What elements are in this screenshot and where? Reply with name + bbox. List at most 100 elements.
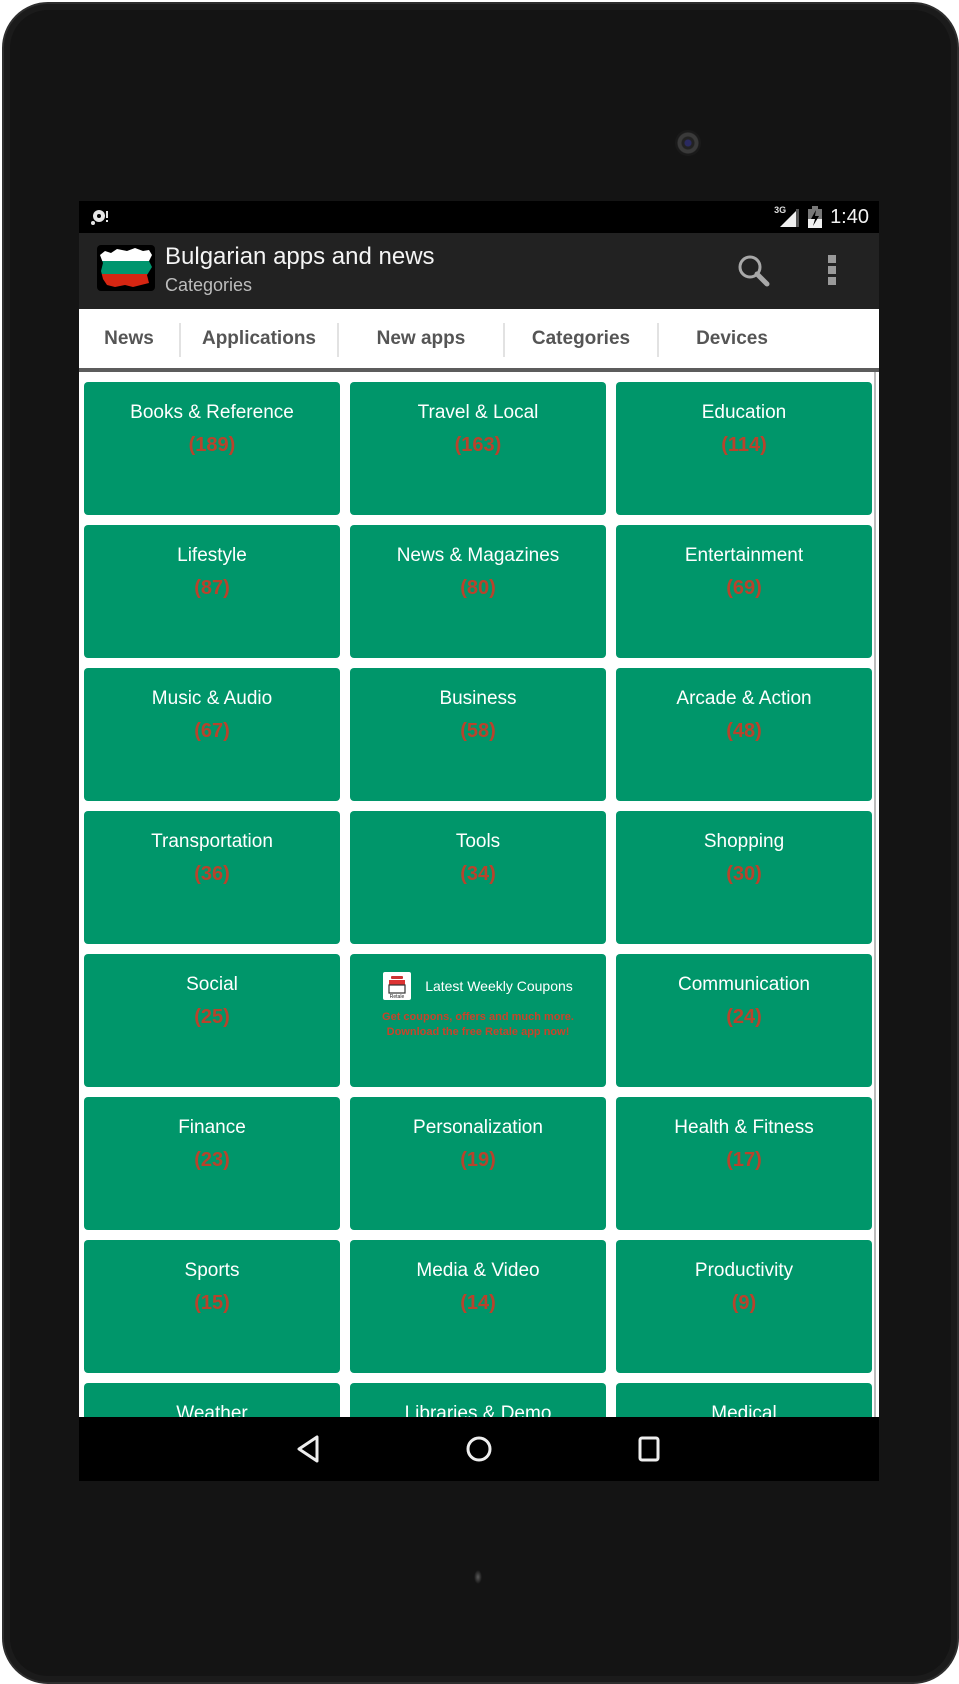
category-count: (25) <box>194 1006 230 1028</box>
category-tile[interactable]: Personalization (19) <box>350 1097 606 1230</box>
ad-title: Latest Weekly Coupons <box>425 978 573 994</box>
category-tile[interactable]: Weather <box>84 1383 340 1417</box>
category-tile[interactable]: Libraries & Demo <box>350 1383 606 1417</box>
category-name: Tools <box>455 831 501 852</box>
category-tile[interactable]: Finance (23) <box>84 1097 340 1230</box>
status-bar: 3G 1:40 <box>79 201 879 233</box>
category-tile[interactable]: Sports (15) <box>84 1240 340 1373</box>
category-name: Arcade & Action <box>676 688 812 709</box>
ad-line-2: Download the free Retale app now! <box>386 1026 570 1038</box>
category-count: (23) <box>194 1149 230 1171</box>
category-count: (9) <box>731 1292 757 1314</box>
category-name: Entertainment <box>684 545 804 566</box>
category-count: (189) <box>188 434 236 456</box>
category-tile[interactable]: Education (114) <box>616 382 872 515</box>
tab-devices[interactable]: Devices <box>659 309 805 368</box>
ad-tile-retale[interactable]: Retale Latest Weekly Coupons Get coupons, … <box>350 954 606 1087</box>
category-count: (114) <box>721 434 767 456</box>
category-name: Communication <box>678 974 810 995</box>
category-name: Education <box>701 402 787 423</box>
signal-icon: 3G <box>774 205 800 228</box>
category-count: (30) <box>726 863 762 885</box>
category-name: Books & Reference <box>130 402 294 423</box>
tab-news[interactable]: News <box>79 309 179 368</box>
recents-icon[interactable] <box>633 1433 665 1465</box>
scrollbar[interactable] <box>874 372 876 1417</box>
category-name: Personalization <box>413 1117 543 1138</box>
category-name: Business <box>439 688 517 709</box>
category-count: (87) <box>194 577 230 599</box>
category-name: Media & Video <box>416 1260 540 1281</box>
category-count: (34) <box>460 863 496 885</box>
category-count: (69) <box>726 577 762 599</box>
ad-header: Retale Latest Weekly Coupons <box>350 972 606 1000</box>
category-name: Shopping <box>703 831 785 852</box>
tab-bar: News Applications New apps Categories De… <box>79 309 879 372</box>
ad-description: Get coupons, offers and much more. Downlo… <box>350 1010 606 1040</box>
back-icon[interactable] <box>293 1433 325 1465</box>
category-name: Health & Fitness <box>674 1117 814 1138</box>
app-title: Bulgarian apps and news <box>165 243 435 270</box>
category-tile[interactable]: News & Magazines (80) <box>350 525 606 658</box>
category-tile[interactable]: Media & Video (14) <box>350 1240 606 1373</box>
category-count: (36) <box>194 863 230 885</box>
category-name: Libraries & Demo <box>404 1403 552 1417</box>
battery-charging-icon <box>808 206 823 228</box>
category-tile[interactable]: Music & Audio (67) <box>84 668 340 801</box>
category-tile[interactable]: Shopping (30) <box>616 811 872 944</box>
tab-applications[interactable]: Applications <box>181 309 337 368</box>
action-bar: Bulgarian apps and news Categories <box>79 233 879 309</box>
category-count: (163) <box>454 434 502 456</box>
retale-logo-icon: Retale <box>383 972 412 1000</box>
category-name: Finance <box>178 1117 246 1138</box>
category-name: Medical <box>711 1403 777 1417</box>
category-count: (67) <box>194 720 230 742</box>
category-tile[interactable]: Tools (34) <box>350 811 606 944</box>
category-count: (14) <box>460 1292 496 1314</box>
svg-text:Retale: Retale <box>390 994 405 1000</box>
category-count: (80) <box>460 577 496 599</box>
front-camera <box>675 130 701 156</box>
category-tile[interactable]: Entertainment (69) <box>616 525 872 658</box>
category-name: Lifestyle <box>177 545 247 566</box>
category-count: (58) <box>460 720 496 742</box>
category-count: (48) <box>726 720 762 742</box>
category-name: Weather <box>176 1403 248 1417</box>
category-tile[interactable]: Lifestyle (87) <box>84 525 340 658</box>
category-count: (19) <box>460 1149 496 1171</box>
category-name: Social <box>186 974 238 995</box>
category-name: Sports <box>184 1260 240 1281</box>
category-name: Transportation <box>151 831 273 852</box>
category-tile[interactable]: Health & Fitness (17) <box>616 1097 872 1230</box>
category-name: Travel & Local <box>417 402 539 423</box>
home-icon[interactable] <box>463 1433 495 1465</box>
sync-alert-icon <box>91 210 108 225</box>
category-tile[interactable]: Transportation (36) <box>84 811 340 944</box>
screen-subtitle: Categories <box>165 275 253 295</box>
category-tile[interactable]: Travel & Local (163) <box>350 382 606 515</box>
category-count: (24) <box>726 1006 762 1028</box>
bulgaria-flag-map-icon[interactable] <box>97 245 155 291</box>
device-sensor <box>474 1570 482 1584</box>
device-screen: 3G 1:40 Bulgarian apps and news Categori… <box>79 201 879 1481</box>
clock: 1:40 <box>830 205 869 228</box>
tab-categories[interactable]: Categories <box>505 309 657 368</box>
category-tile[interactable]: Medical <box>616 1383 872 1417</box>
category-tile[interactable]: Communication (24) <box>616 954 872 1087</box>
category-name: News & Magazines <box>396 545 560 566</box>
navigation-bar <box>79 1417 879 1481</box>
category-count: (15) <box>194 1292 230 1314</box>
category-tile[interactable]: Business (58) <box>350 668 606 801</box>
category-name: Productivity <box>694 1260 794 1281</box>
category-grid: Books & Reference (189) Travel & Local (163… <box>79 372 879 1417</box>
category-tile[interactable]: Social (25) <box>84 954 340 1087</box>
category-tile[interactable]: Books & Reference (189) <box>84 382 340 515</box>
tab-new-apps[interactable]: New apps <box>339 309 503 368</box>
ad-line-1: Get coupons, offers and much more. <box>382 1011 574 1023</box>
search-icon[interactable] <box>734 251 774 291</box>
category-name: Music & Audio <box>151 688 273 709</box>
category-tile[interactable]: Productivity (9) <box>616 1240 872 1373</box>
category-tile[interactable]: Arcade & Action (48) <box>616 668 872 801</box>
category-count: (17) <box>726 1149 762 1171</box>
overflow-menu-icon[interactable] <box>826 251 838 295</box>
